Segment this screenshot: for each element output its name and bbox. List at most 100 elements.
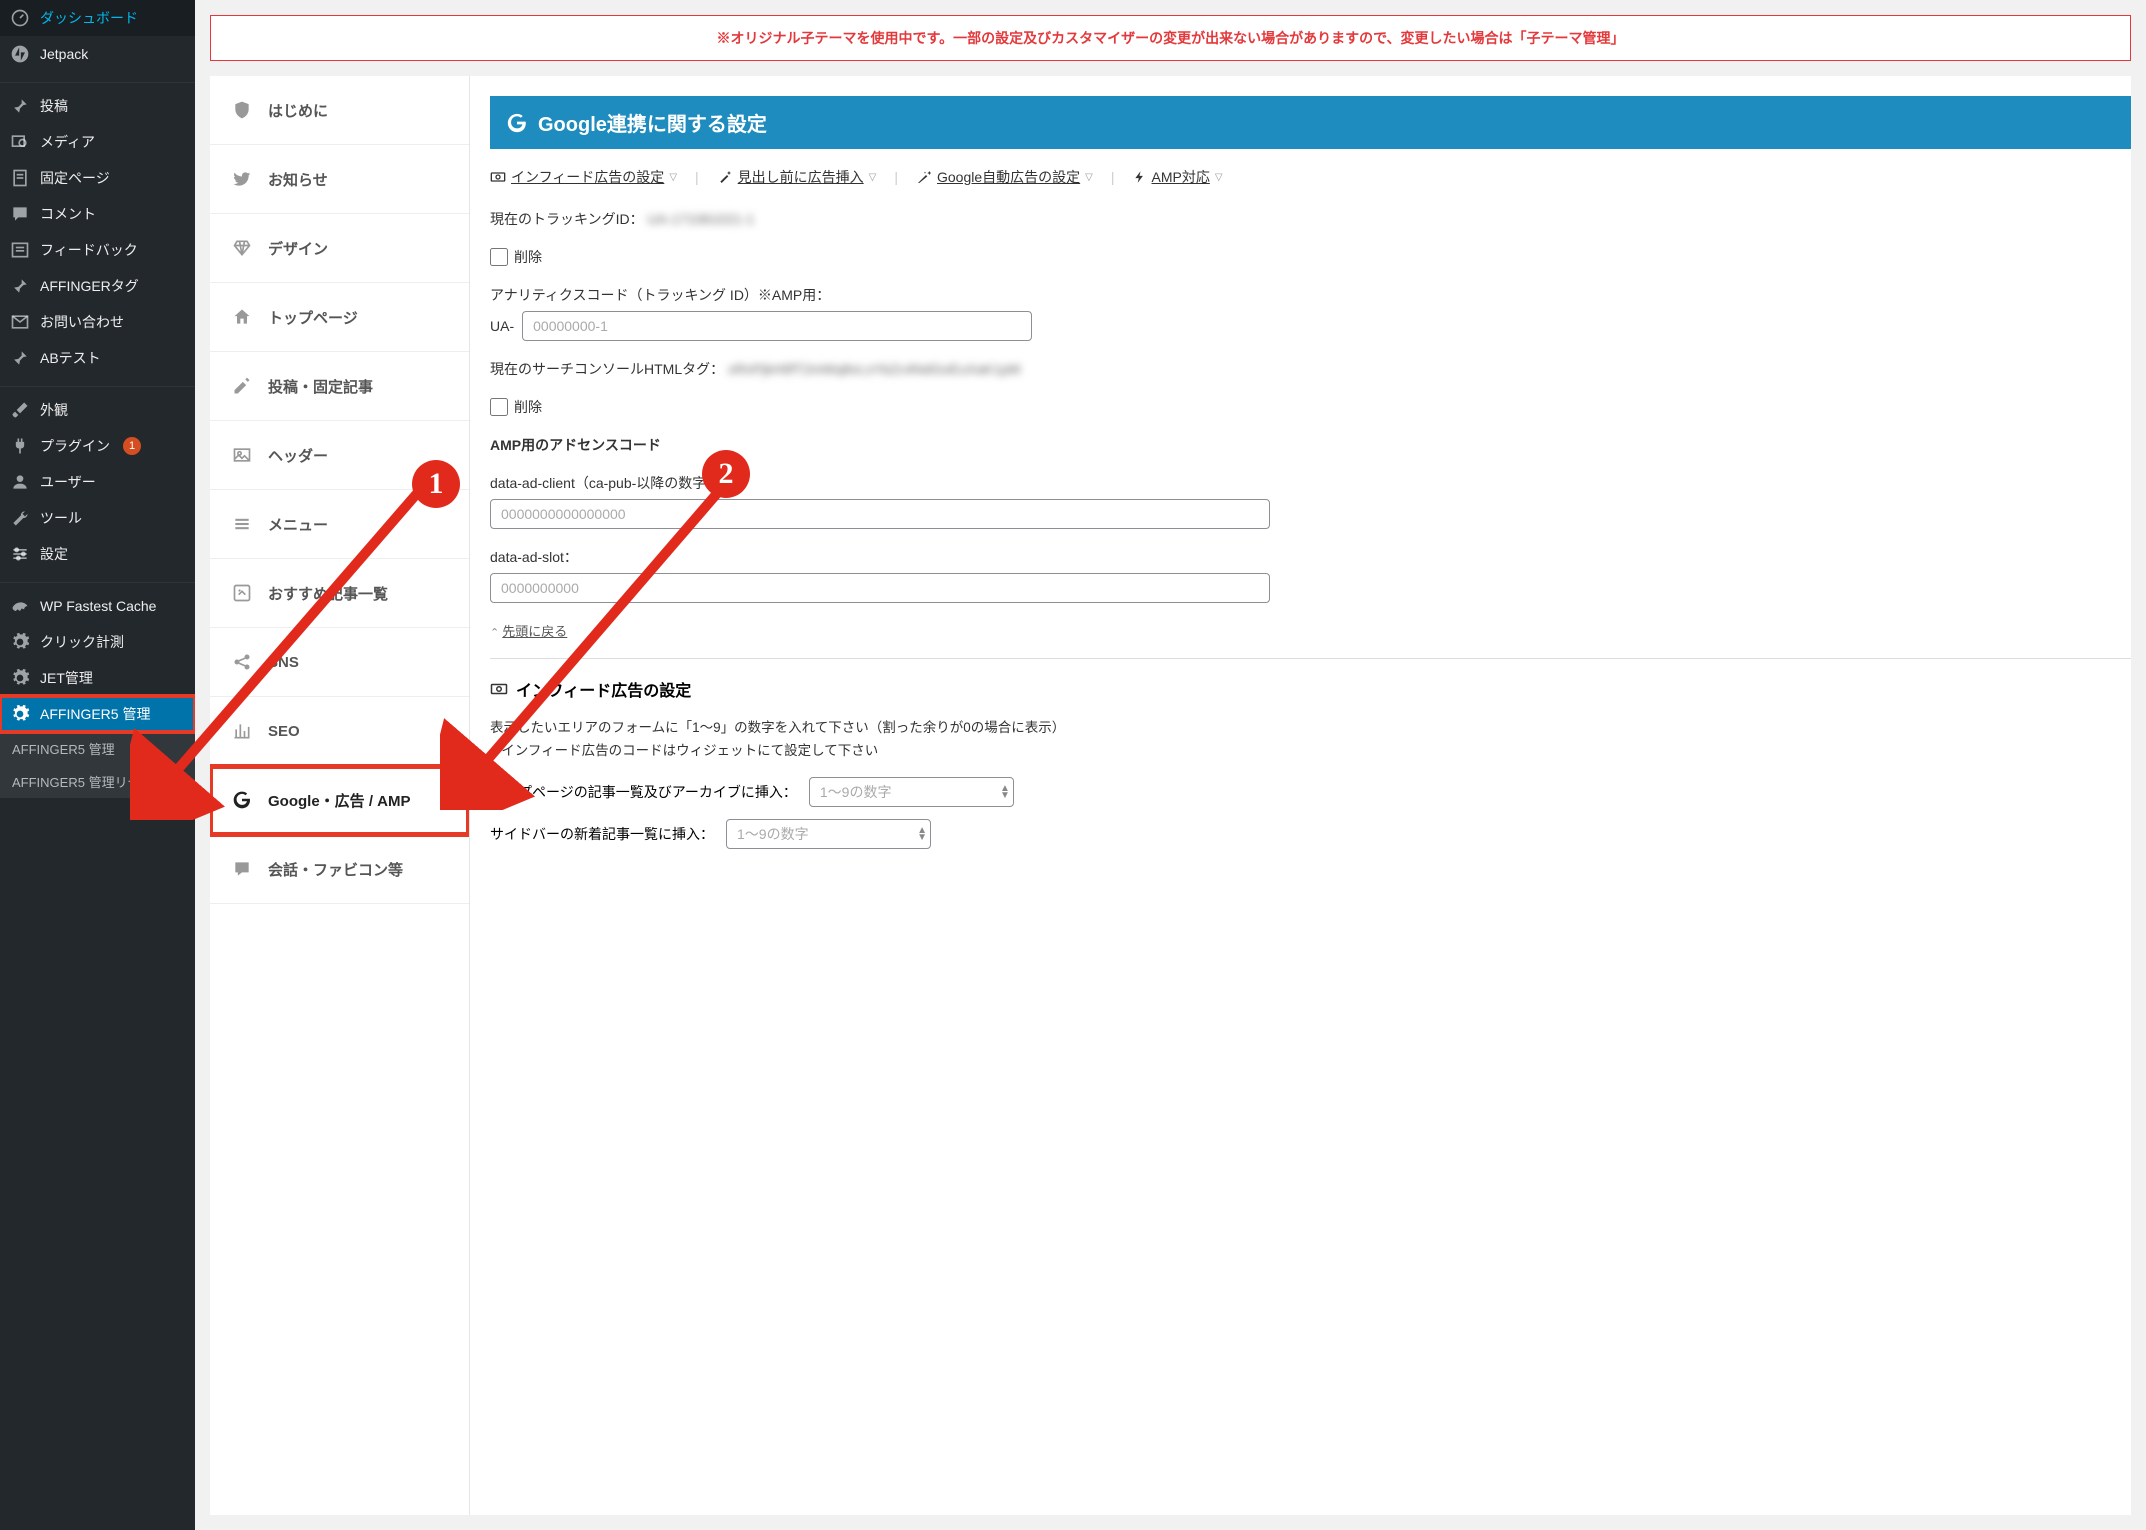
quicklink-text[interactable]: AMP対応 bbox=[1152, 167, 1210, 187]
quicklink-text[interactable]: Google自動広告の設定 bbox=[937, 167, 1080, 187]
settings-nav-label: トップページ bbox=[268, 307, 358, 328]
settings-nav-menu[interactable]: メニュー bbox=[210, 490, 469, 559]
quicklink-3[interactable]: AMP対応 ▽ bbox=[1133, 167, 1223, 187]
wp-subnav-item[interactable]: AFFINGER5 管理 bbox=[0, 732, 195, 765]
delete-checkbox-label[interactable]: 削除 bbox=[490, 247, 2131, 267]
menu-icon bbox=[230, 512, 254, 536]
infeed-desc2: ※インフィード広告のコードはウィジェットにて設定して下さい bbox=[490, 743, 878, 758]
settings-nav-diamond[interactable]: デザイン bbox=[210, 214, 469, 283]
page-icon bbox=[10, 168, 30, 188]
settings-nav-twitter[interactable]: お知らせ bbox=[210, 145, 469, 214]
settings-nav-chart[interactable]: SEO bbox=[210, 697, 469, 766]
wp-subnav-item[interactable]: AFFINGER5 管理リセット bbox=[0, 765, 195, 798]
settings-nav-share[interactable]: SNS bbox=[210, 628, 469, 697]
wp-nav-label: WP Fastest Cache bbox=[40, 598, 156, 614]
warning-banner: ※オリジナル子テーマを使用中です。一部の設定及びカスタマイザーの変更が出来ない場… bbox=[210, 15, 2131, 61]
settings-nav-editbox[interactable]: おすすめ記事一覧 bbox=[210, 559, 469, 628]
wp-nav-sliders[interactable]: 設定 bbox=[0, 536, 195, 572]
search-console-value: xRnPjkH9fT2mWq8vLsYbZc4NdGoEuXaK1pM bbox=[728, 361, 1021, 377]
comment-icon bbox=[10, 204, 30, 224]
pin-icon bbox=[10, 276, 30, 296]
pin-icon bbox=[10, 96, 30, 116]
top-insert-input[interactable] bbox=[809, 777, 1014, 807]
amp-adsense-title: AMP用のアドセンスコード bbox=[490, 437, 661, 453]
delete2-checkbox-label[interactable]: 削除 bbox=[490, 397, 2131, 417]
settings-nav-google[interactable]: Google・広告 / AMP bbox=[210, 766, 469, 835]
back-to-top-link[interactable]: 先頭に戻る bbox=[502, 624, 567, 639]
quicklink-0[interactable]: インフィード広告の設定 ▽ bbox=[490, 167, 677, 187]
settings-nav-shield[interactable]: はじめに bbox=[210, 76, 469, 145]
ad-slot-label: data-ad-slot： bbox=[490, 547, 2131, 567]
gear-icon bbox=[10, 632, 30, 652]
wp-nav-mail[interactable]: お問い合わせ bbox=[0, 304, 195, 340]
wp-nav-label: ABテスト bbox=[40, 348, 101, 368]
analytics-input[interactable] bbox=[522, 311, 1032, 341]
quicklink-text[interactable]: インフィード広告の設定 bbox=[511, 167, 664, 187]
wp-nav-gear[interactable]: AFFINGER5 管理 bbox=[0, 696, 195, 732]
update-badge: 1 bbox=[123, 437, 141, 455]
settings-nav-label: SNS bbox=[268, 654, 299, 671]
brush-icon bbox=[10, 400, 30, 420]
wp-nav-brush[interactable]: 外観 bbox=[0, 392, 195, 428]
mail-icon bbox=[10, 312, 30, 332]
google-icon bbox=[506, 112, 528, 134]
settings-nav-speech[interactable]: 会話・ファビコン等 bbox=[210, 835, 469, 904]
delete-checkbox[interactable] bbox=[490, 248, 508, 266]
delete2-checkbox[interactable] bbox=[490, 398, 508, 416]
settings-nav-label: おすすめ記事一覧 bbox=[268, 583, 388, 604]
wp-nav-pin[interactable]: ABテスト bbox=[0, 340, 195, 376]
wp-nav-wrench[interactable]: ツール bbox=[0, 500, 195, 536]
quicklink-1[interactable]: 見出し前に広告挿入 ▽ bbox=[717, 167, 877, 187]
speech-icon bbox=[230, 857, 254, 881]
quicklink-2[interactable]: Google自動広告の設定 ▽ bbox=[916, 167, 1093, 187]
wp-nav-feedback[interactable]: フィードバック bbox=[0, 232, 195, 268]
quicklink-text[interactable]: 見出し前に広告挿入 bbox=[738, 167, 864, 187]
media-icon bbox=[10, 132, 30, 152]
wp-nav-user[interactable]: ユーザー bbox=[0, 464, 195, 500]
infeed-section-title: インフィード広告の設定 bbox=[490, 677, 2131, 701]
wp-nav-pin[interactable]: 投稿 bbox=[0, 88, 195, 124]
wp-nav-jetpack[interactable]: Jetpack bbox=[0, 36, 195, 72]
settings-nav-label: メニュー bbox=[268, 514, 328, 535]
wp-nav-label: お問い合わせ bbox=[40, 312, 124, 332]
wp-nav-media[interactable]: メディア bbox=[0, 124, 195, 160]
chart-icon bbox=[230, 719, 254, 743]
wp-nav-cheetah[interactable]: WP Fastest Cache bbox=[0, 588, 195, 624]
wp-nav-page[interactable]: 固定ページ bbox=[0, 160, 195, 196]
pin-icon bbox=[10, 348, 30, 368]
wp-nav-dashboard[interactable]: ダッシュボード bbox=[0, 0, 195, 36]
wp-nav-gear[interactable]: クリック計測 bbox=[0, 624, 195, 660]
wp-nav-gear[interactable]: JET管理 bbox=[0, 660, 195, 696]
chevron-down-icon: ▽ bbox=[1085, 172, 1093, 183]
google-icon bbox=[230, 788, 254, 812]
infeed-desc1: 表示したいエリアのフォームに「1〜9」の数字を入れて下さい（割った余りが0の場合… bbox=[490, 720, 1065, 735]
analytics-label: アナリティクスコード（トラッキング ID）※AMP用： bbox=[490, 285, 2131, 305]
ua-prefix: UA- bbox=[490, 318, 514, 334]
wp-nav-comment[interactable]: コメント bbox=[0, 196, 195, 232]
edit-icon bbox=[230, 374, 254, 398]
settings-nav-home[interactable]: トップページ bbox=[210, 283, 469, 352]
wp-nav-label: 投稿 bbox=[40, 96, 68, 116]
money-icon bbox=[490, 680, 508, 698]
wp-nav-plug[interactable]: プラグイン1 bbox=[0, 428, 195, 464]
chevron-down-icon: ▽ bbox=[869, 172, 877, 183]
wp-nav-pin[interactable]: AFFINGERタグ bbox=[0, 268, 195, 304]
dashboard-icon bbox=[10, 8, 30, 28]
stepper-icon[interactable]: ▲▼ bbox=[1000, 785, 1010, 799]
ad-slot-input[interactable] bbox=[490, 573, 1270, 603]
wand2-icon bbox=[916, 169, 932, 185]
ad-client-label: data-ad-client（ca-pub-以降の数字）： bbox=[490, 473, 2131, 493]
wand-icon bbox=[717, 169, 733, 185]
settings-nav-image[interactable]: ヘッダー bbox=[210, 421, 469, 490]
settings-main: Google連携に関する設定 インフィード広告の設定 ▽| 見出し前に広告挿入 … bbox=[470, 76, 2131, 1515]
ad-client-input[interactable] bbox=[490, 499, 1270, 529]
stepper-icon[interactable]: ▲▼ bbox=[917, 827, 927, 841]
wp-nav-label: 設定 bbox=[40, 544, 68, 564]
wp-admin-sidebar: ダッシュボードJetpack投稿メディア固定ページコメントフィードバックAFFI… bbox=[0, 0, 195, 1530]
settings-nav-label: Google・広告 / AMP bbox=[268, 790, 411, 811]
settings-nav-edit[interactable]: 投稿・固定記事 bbox=[210, 352, 469, 421]
wp-nav-label: AFFINGER5 管理 bbox=[40, 704, 150, 724]
sidebar-insert-input[interactable] bbox=[726, 819, 931, 849]
diamond-icon bbox=[230, 236, 254, 260]
settings-nav-label: お知らせ bbox=[268, 169, 328, 190]
